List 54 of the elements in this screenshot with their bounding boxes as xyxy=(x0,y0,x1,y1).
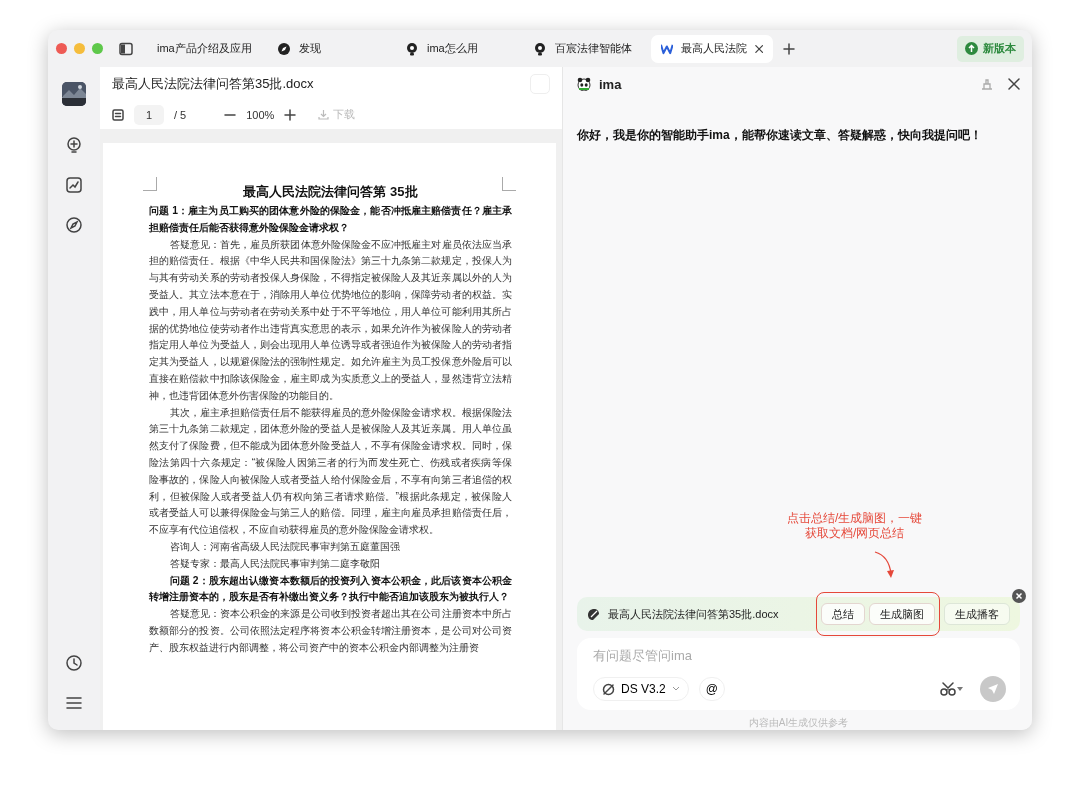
question-text: 问题 1：雇主为员工购买的团体意外险的保险金，能否冲抵雇主赔偿责任？雇主承担赔偿责任后能否获得意外险保险金请求权？ xyxy=(149,204,512,235)
chart-icon[interactable] xyxy=(65,176,83,194)
update-button[interactable]: 新版本 xyxy=(957,35,1024,62)
assistant-name: ima xyxy=(599,76,622,92)
paragraph: 答疑意见：资本公积金的来源是公司收到投资者超出其在公司注册资本中所占数额部分的投资。公司依照法定程序将资本公积金转增注册资本，是公司对公司资产、股东权益进行内部调整，将公司资产中的资本公积金内部调整为注册资 xyxy=(149,607,512,655)
outline-icon[interactable] xyxy=(112,108,124,121)
close-icon[interactable] xyxy=(1008,78,1020,90)
pin-icon xyxy=(405,41,419,56)
greeting-text: 你好，我是你的智能助手ima，能帮你速读文章、答疑解惑，快向我提问吧！ xyxy=(577,127,983,144)
question-text: 问题 2：股东超出认缴资本数额后的投资列入资本公积金，此后该资本公积金转增注册资本的，股东是否有补缴出资义务？执行中能否追加该股东为被执行人？ xyxy=(149,573,512,605)
document-heading: 最高人民法院法律问答第 35批 xyxy=(242,183,419,201)
zoom-level: 100% xyxy=(246,108,275,121)
action-button[interactable]: 总结 xyxy=(821,603,865,625)
browser-tab[interactable]: ima产品介绍及应用 xyxy=(139,34,261,63)
page-count: / 5 xyxy=(174,108,187,121)
chevron-down-icon xyxy=(671,686,680,692)
idea-icon[interactable] xyxy=(65,136,83,154)
mention-button[interactable]: @ xyxy=(698,677,725,701)
browser-tab[interactable]: 最高人民法院 xyxy=(651,34,773,63)
close-icon[interactable] xyxy=(754,43,763,54)
action-button[interactable]: 生成播客 xyxy=(944,603,1010,625)
panda-icon xyxy=(577,77,591,91)
window-control[interactable] xyxy=(56,43,67,54)
model-selector[interactable]: DS V3.2 xyxy=(593,677,689,701)
file-name: 最高人民法院法律问答第35批.docx xyxy=(608,606,779,622)
paragraph: 答疑专家：最高人民法院民事审判第二庭李敬阳 xyxy=(168,556,381,571)
scissors-icon[interactable] xyxy=(940,682,964,696)
pin-icon xyxy=(533,41,547,56)
document-title: 最高人民法院法律问答第35批.docx xyxy=(112,74,314,93)
no-think-icon xyxy=(602,682,615,696)
arrow-drawing xyxy=(873,550,897,580)
page-field[interactable]: 1 xyxy=(134,104,164,125)
paragraph: 其次，雇主承担赔偿责任后不能获得雇员的意外险保险金请求权。根据保险法第三十九条第二款规定，团体意外险的受益人是被保险人及其近亲属。用人单位虽然支付了保险费，但不能成为团体意外险受益人，不享有保险金请求权。同时，保险法第四十六条规定：“被保险人因第三者的行为而发生死亡、伤残或者疾病等保险事故的，保险人向被保险人或者受益人给付保险金后，不享有向第三者追偿的权利，但被保险人或者受益人仍有权向第三者请求赔偿。”根据此条规定，被保险人或者受益人可以兼得保险金与第三人的赔偿。同理，雇主向雇员承担赔偿责任后，不应享有代位追偿权，不应自动获得雇员的意外险保险金请求权。 xyxy=(149,405,512,538)
history-icon[interactable] xyxy=(65,654,83,672)
chat-input[interactable]: 有问题尽管问ima xyxy=(593,648,1006,663)
zoom-in-icon[interactable] xyxy=(284,108,297,121)
annotation-text: 点击总结/生成脑图，一键 获取文档/网页总结 xyxy=(787,511,923,541)
compass-icon[interactable] xyxy=(65,216,83,234)
send-icon xyxy=(987,683,999,695)
paragraph: 咨询人：河南省高级人民法院民事审判第五庭董国强 xyxy=(168,539,401,554)
action-button[interactable]: 生成脑图 xyxy=(869,603,935,625)
menu-icon[interactable] xyxy=(65,694,83,712)
compass-icon xyxy=(277,41,291,56)
close-icon[interactable] xyxy=(1012,589,1026,603)
download-icon xyxy=(318,109,330,120)
browser-tab[interactable]: 百宸法律智能体 xyxy=(523,34,645,63)
new-tab-icon[interactable] xyxy=(783,42,795,55)
sidebar-toggle-icon[interactable] xyxy=(119,41,133,56)
browser-tab[interactable]: 发现 xyxy=(267,34,389,63)
paragraph: 答疑意见：首先，雇员所获团体意外险保险金不应冲抵雇主对雇员依法应当承担的赔偿责任。根据《中华人民共和国保险法》第三十九条第二款规定，投保人为与其有劳动关系的劳动者投保人身保险，不得指定被保险人及其近亲属以外的人为受益人。其立法本意在于，消除用人单位优势地位的影响，保障劳动者的权益。实践中，用人单位与劳动者在劳动关系中处于不平等地位，用人单位可能利用其所占据的优势地位使劳动者作出违背真实意思的表示，如果允许作为被保险人的劳动者指定用人单位为受益人，则会出现用人单位诱导或者强迫作为被保险人的劳动者指定其为受益人，以规避保险法的强制性规定。如允许雇主为员工投保意外险后可以直接在赔偿款中扣除该保险金，雇主即成为实质意义上的受益人，显然违背立法精神，也违背团体意外伤害保险的功能目的。 xyxy=(149,237,512,403)
browser-tab[interactable]: ima怎么用 xyxy=(395,34,517,63)
avatar[interactable] xyxy=(62,82,86,106)
upload-icon xyxy=(965,42,978,55)
document-icon xyxy=(587,607,600,621)
